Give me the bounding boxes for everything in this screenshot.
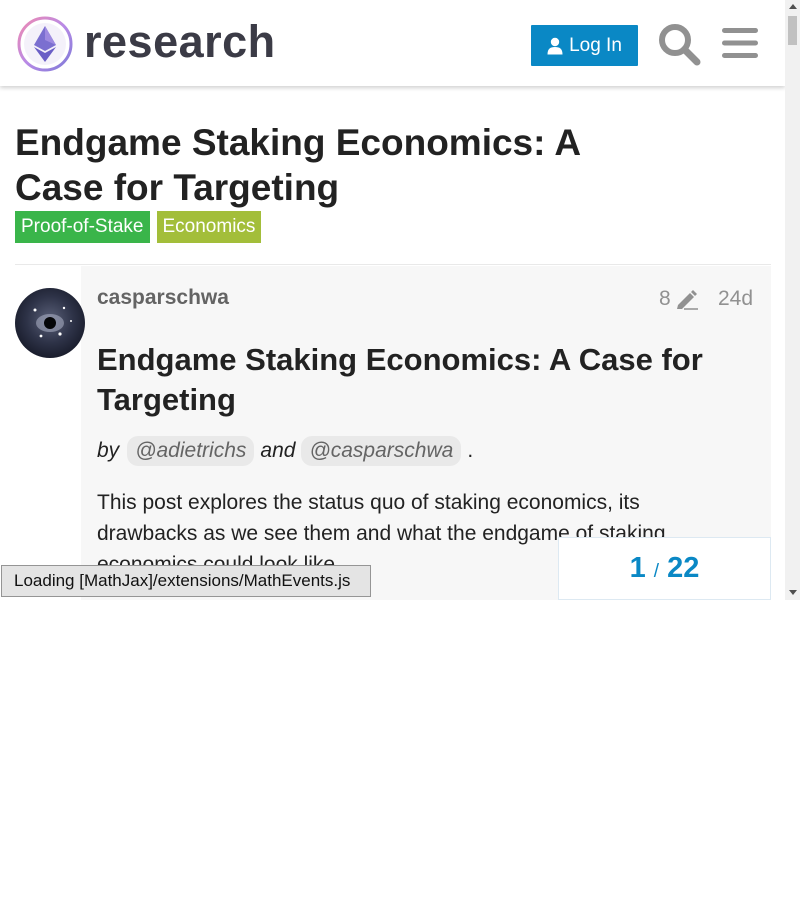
login-button[interactable]: Log In bbox=[531, 25, 638, 66]
scroll-up-arrow-icon[interactable] bbox=[789, 4, 797, 9]
category-badge-proof-of-stake[interactable]: Proof-of-Stake bbox=[15, 211, 150, 243]
browser-viewport: research Log In Endgame Staking Economic… bbox=[0, 0, 800, 600]
search-button[interactable] bbox=[656, 21, 701, 66]
pencil-icon bbox=[676, 290, 698, 310]
mathjax-loading-message: Loading [MathJax]/extensions/MathEvents.… bbox=[1, 565, 371, 597]
progress-separator: / bbox=[653, 560, 660, 582]
login-button-label: Log In bbox=[569, 34, 622, 56]
mention-adietrichs[interactable]: @adietrichs bbox=[127, 436, 255, 466]
post-date[interactable]: 24d bbox=[718, 287, 753, 311]
topic-progress-indicator[interactable]: 1 / 22 bbox=[558, 537, 771, 600]
divider bbox=[15, 264, 771, 265]
avatar[interactable] bbox=[15, 288, 85, 358]
progress-current-post: 1 bbox=[629, 552, 646, 584]
byline-prefix: by bbox=[97, 439, 120, 462]
category-badges: Proof-of-Stake Economics bbox=[15, 211, 262, 243]
mention-casparschwa[interactable]: @casparschwa bbox=[301, 436, 462, 466]
hamburger-menu-icon bbox=[721, 28, 758, 58]
byline-conjunction: and bbox=[260, 439, 296, 462]
site-header: research Log In bbox=[0, 0, 785, 86]
user-icon bbox=[547, 37, 563, 54]
topic-title[interactable]: Endgame Staking Economics: A Case for Ta… bbox=[15, 120, 655, 210]
post-heading: Endgame Staking Economics: A Case for Ta… bbox=[97, 342, 703, 417]
post-username[interactable]: casparschwa bbox=[97, 286, 229, 310]
scroll-down-arrow-icon[interactable] bbox=[789, 590, 797, 595]
category-badge-economics[interactable]: Economics bbox=[156, 211, 262, 243]
page-scrollbar[interactable] bbox=[785, 0, 800, 600]
ethereum-research-logo-icon bbox=[17, 16, 73, 72]
post-byline: by @adietrichs and @casparschwa . bbox=[97, 436, 473, 466]
byline-suffix: . bbox=[467, 439, 474, 462]
search-icon bbox=[658, 23, 700, 65]
logo-text: research bbox=[84, 15, 276, 67]
hamburger-menu-button[interactable] bbox=[718, 23, 761, 63]
site-logo[interactable]: research bbox=[16, 15, 288, 73]
progress-total-posts: 22 bbox=[667, 552, 700, 584]
edit-count: 8 bbox=[659, 287, 671, 310]
scrollbar-thumb[interactable] bbox=[788, 16, 797, 45]
post-edit-history[interactable]: 8 bbox=[659, 287, 699, 311]
user-avatar-image bbox=[15, 288, 85, 358]
